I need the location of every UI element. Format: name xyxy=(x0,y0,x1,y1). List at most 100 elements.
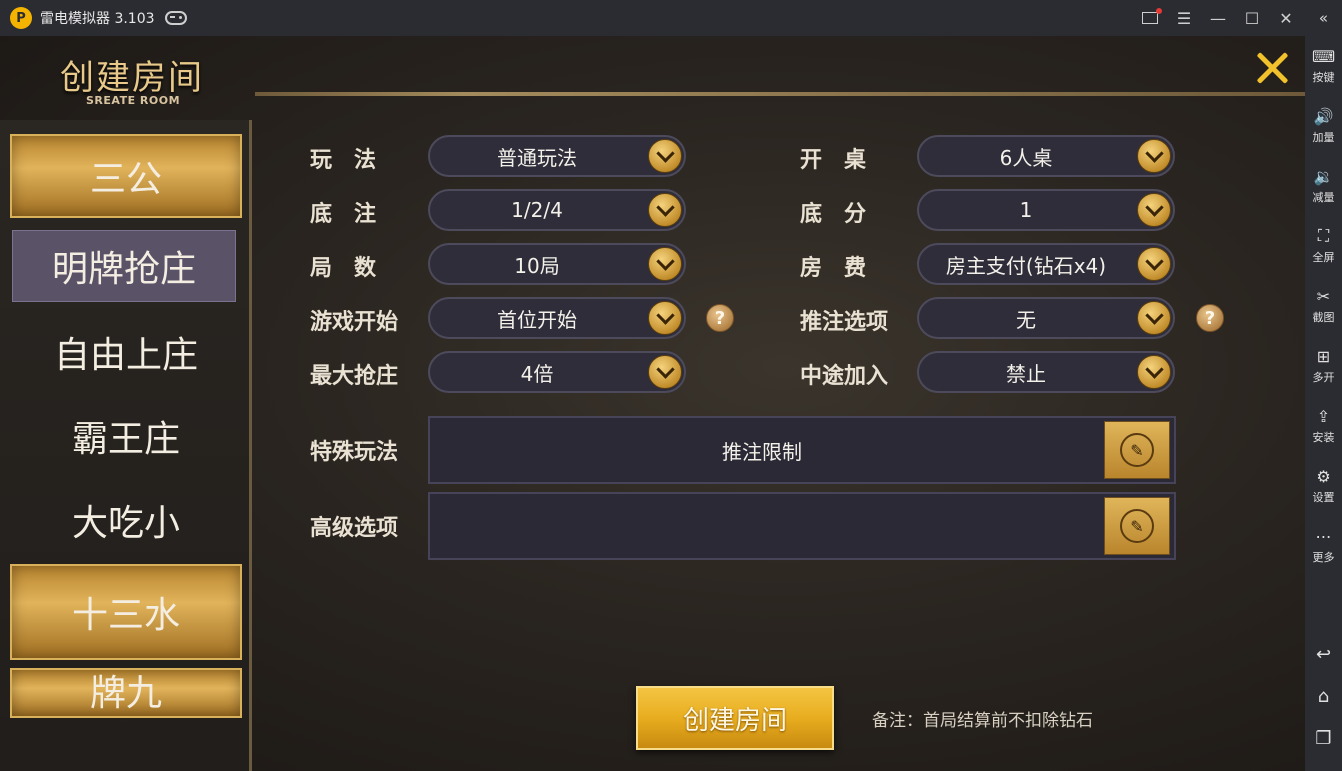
sidebar-item-screenshot[interactable]: ✂ 截图 xyxy=(1305,276,1342,336)
maximize-icon[interactable]: ☐ xyxy=(1243,9,1261,28)
category-sangong[interactable]: 三公 xyxy=(10,134,242,218)
advanced-options-box[interactable]: ✎ xyxy=(428,492,1176,560)
room-fee-select[interactable]: 房主支付(钻石x4) xyxy=(917,243,1175,285)
home-icon[interactable]: ⌂ xyxy=(1305,675,1342,717)
table-size-value: 6人桌 xyxy=(999,145,1053,170)
max-grab-value: 4倍 xyxy=(520,361,554,386)
sidebar-item-label: 减量 xyxy=(1312,191,1335,204)
gamepad-icon[interactable] xyxy=(164,11,187,25)
volume-up-icon: 🔊 xyxy=(1313,106,1334,126)
keyboard-icon: ⌨ xyxy=(1311,46,1336,66)
sidebar-item-more[interactable]: ⋯ 更多 xyxy=(1305,516,1342,576)
help-icon[interactable]: ? xyxy=(1196,304,1224,332)
category-paijiu[interactable]: 牌九 xyxy=(10,668,242,718)
close-window-icon[interactable]: ✕ xyxy=(1277,9,1295,28)
category-dachixiao[interactable]: 大吃小 xyxy=(10,478,242,562)
sidebar-item-label: 多开 xyxy=(1312,371,1335,384)
sidebar-item-label: 更多 xyxy=(1312,551,1335,564)
join-midway-label: 中途加入 xyxy=(800,364,889,389)
push-bet-value: 无 xyxy=(1016,307,1036,332)
max-grab-select[interactable]: 4倍 xyxy=(428,351,686,393)
category-mingpai-qiangzhuang[interactable]: 明牌抢庄 xyxy=(12,230,236,302)
emulator-sidebar: « ⌨ 按键 🔊 加量 🔉 减量 ⛶ 全屏 ✂ 截图 ⊞ 多开 ⇪ 安装 ⚙ 设… xyxy=(1305,0,1342,771)
category-bawangzhuang[interactable]: 霸王庄 xyxy=(10,394,242,478)
close-icon[interactable] xyxy=(1252,48,1292,88)
minimize-icon[interactable]: — xyxy=(1209,9,1227,28)
base-score-value: 1 xyxy=(1019,198,1033,222)
play-mode-label: 玩 法 xyxy=(310,148,377,173)
help-icon[interactable]: ? xyxy=(706,304,734,332)
chevron-down-icon[interactable] xyxy=(1137,247,1171,281)
advanced-options-value xyxy=(430,494,1094,558)
scissors-icon: ✂ xyxy=(1316,286,1331,306)
gear-icon: ⚙ xyxy=(1316,466,1331,486)
chevron-down-icon[interactable] xyxy=(648,139,682,173)
play-mode-select[interactable]: 普通玩法 xyxy=(428,135,686,177)
chevron-down-icon[interactable] xyxy=(1137,139,1171,173)
fullscreen-icon: ⛶ xyxy=(1317,226,1330,245)
collapse-sidebar-icon[interactable]: « xyxy=(1305,0,1342,36)
chevron-down-icon[interactable] xyxy=(1137,355,1171,389)
more-icon: ⋯ xyxy=(1315,526,1332,546)
chevron-down-icon[interactable] xyxy=(648,247,682,281)
sidebar-item-label: 按键 xyxy=(1312,71,1335,84)
special-play-edit-button[interactable]: ✎ xyxy=(1104,421,1170,479)
sidebar-item-keyboard[interactable]: ⌨ 按键 xyxy=(1305,36,1342,96)
push-bet-label: 推注选项 xyxy=(800,310,889,335)
category-ziyou-shangzhuang[interactable]: 自由上庄 xyxy=(10,310,242,394)
table-size-label: 开 桌 xyxy=(800,148,867,173)
game-screen: 创建房间 SREATE ROOM 三公 明牌抢庄 自由上庄 霸王庄 大吃小 十三… xyxy=(0,36,1305,771)
chevron-down-icon[interactable] xyxy=(648,193,682,227)
base-score-select[interactable]: 1 xyxy=(917,189,1175,231)
chevron-down-icon[interactable] xyxy=(648,355,682,389)
special-play-box[interactable]: 推注限制 ✎ xyxy=(428,416,1176,484)
header-divider xyxy=(255,92,1305,96)
join-midway-select[interactable]: 禁止 xyxy=(917,351,1175,393)
emulator-title: 雷电模拟器 3.103 xyxy=(40,11,155,27)
rounds-label: 局 数 xyxy=(310,256,377,281)
sidebar-item-multi[interactable]: ⊞ 多开 xyxy=(1305,336,1342,396)
mail-icon[interactable] xyxy=(1141,8,1162,27)
chevron-down-icon[interactable] xyxy=(648,301,682,335)
leidian-logo-icon: P xyxy=(10,7,32,29)
sidebar-item-label: 安装 xyxy=(1312,431,1335,444)
menu-icon[interactable]: ☰ xyxy=(1175,9,1193,28)
sidebar-item-settings[interactable]: ⚙ 设置 xyxy=(1305,456,1342,516)
sidebar-item-label: 加量 xyxy=(1312,131,1335,144)
back-icon[interactable]: ↩ xyxy=(1305,633,1342,675)
sidebar-item-volume-up[interactable]: 🔊 加量 xyxy=(1305,96,1342,156)
recent-apps-icon[interactable]: ❐ xyxy=(1305,717,1342,759)
game-start-label: 游戏开始 xyxy=(310,310,399,335)
volume-down-icon: 🔉 xyxy=(1313,166,1334,186)
push-bet-select[interactable]: 无 xyxy=(917,297,1175,339)
sidebar-item-install[interactable]: ⇪ 安装 xyxy=(1305,396,1342,456)
chevron-down-icon[interactable] xyxy=(1137,301,1171,335)
multi-instance-icon: ⊞ xyxy=(1316,346,1331,366)
advanced-options-label: 高级选项 xyxy=(310,516,399,541)
advanced-options-edit-button[interactable]: ✎ xyxy=(1104,497,1170,555)
special-play-label: 特殊玩法 xyxy=(310,440,399,465)
sidebar-item-label: 全屏 xyxy=(1312,251,1335,264)
page-title: 创建房间 xyxy=(60,58,204,98)
category-shisanshui[interactable]: 十三水 xyxy=(10,564,242,660)
base-bet-value: 1/2/4 xyxy=(511,198,563,222)
chevron-down-icon[interactable] xyxy=(1137,193,1171,227)
game-start-select[interactable]: 首位开始 xyxy=(428,297,686,339)
apk-install-icon: ⇪ xyxy=(1316,406,1331,426)
sidebar-item-fullscreen[interactable]: ⛶ 全屏 xyxy=(1305,216,1342,276)
base-bet-label: 底 注 xyxy=(310,202,377,227)
sidebar-item-label: 截图 xyxy=(1312,311,1335,324)
create-room-button[interactable]: 创建房间 xyxy=(636,686,834,750)
emulator-titlebar: P 雷电模拟器 3.103 ☰ — ☐ ✕ xyxy=(0,0,1305,36)
game-start-value: 首位开始 xyxy=(497,307,577,332)
special-play-value: 推注限制 xyxy=(722,439,802,464)
table-size-select[interactable]: 6人桌 xyxy=(917,135,1175,177)
max-grab-label: 最大抢庄 xyxy=(310,364,399,389)
rounds-value: 10局 xyxy=(514,253,560,278)
base-bet-select[interactable]: 1/2/4 xyxy=(428,189,686,231)
sidebar-item-volume-down[interactable]: 🔉 减量 xyxy=(1305,156,1342,216)
category-panel: 三公 明牌抢庄 自由上庄 霸王庄 大吃小 十三水 牌九 xyxy=(0,120,252,771)
rounds-select[interactable]: 10局 xyxy=(428,243,686,285)
room-fee-label: 房 费 xyxy=(800,256,867,281)
room-fee-value: 房主支付(钻石x4) xyxy=(945,253,1107,278)
